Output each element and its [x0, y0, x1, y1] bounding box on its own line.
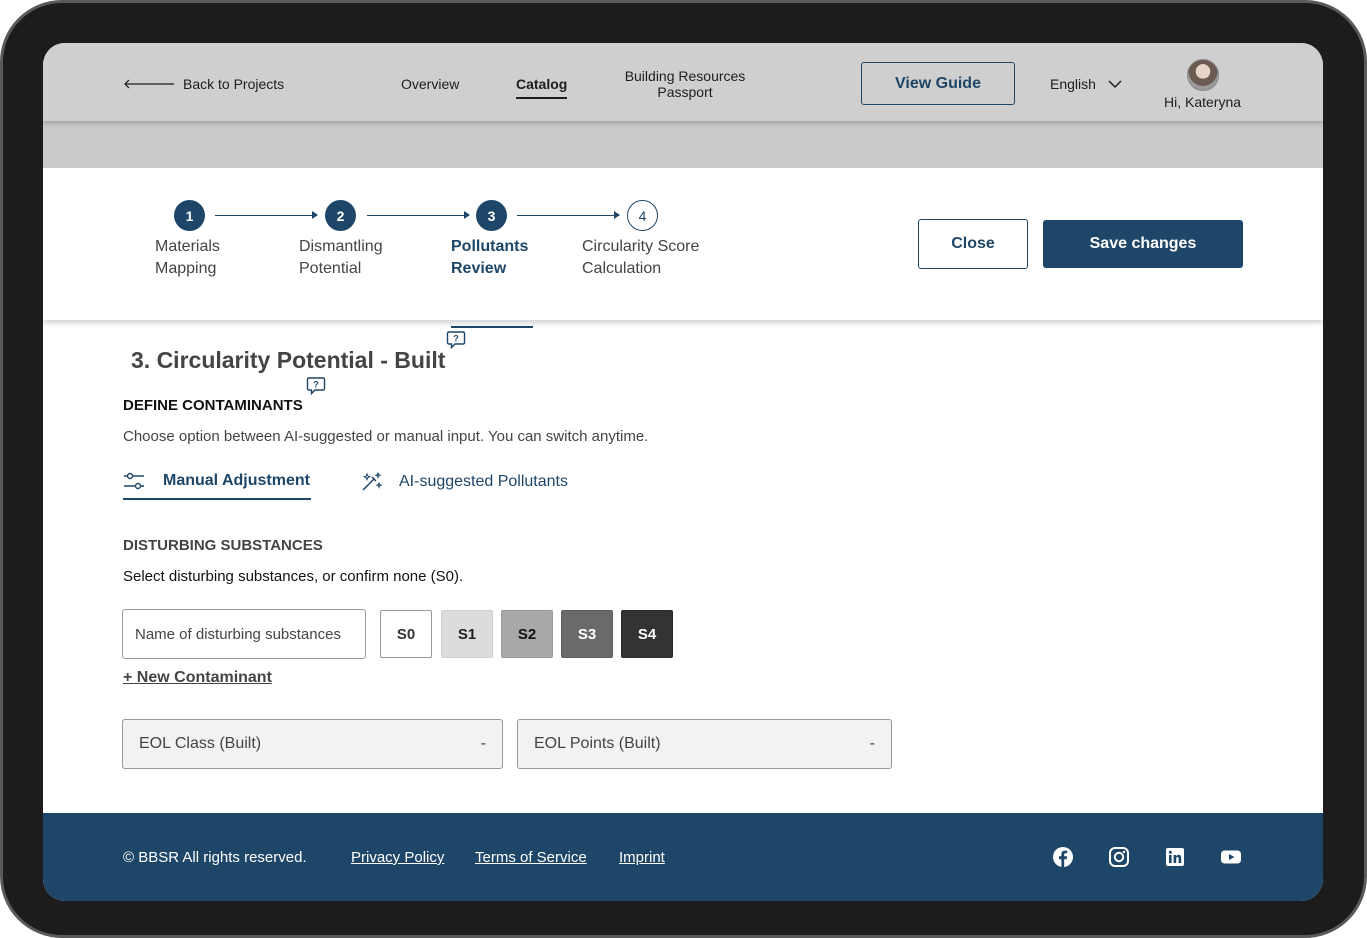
tab-manual-adjustment[interactable]: Manual Adjustment [123, 472, 311, 500]
step-4-label-line2: Calculation [582, 260, 662, 277]
level-s4-button[interactable]: S4 [621, 610, 673, 658]
step-1-label-line1: Materials [155, 238, 220, 255]
user-avatar[interactable] [1187, 59, 1219, 91]
tab-ai-suggested-pollutants[interactable]: AI-suggested Pollutants [361, 472, 568, 492]
linkedin-icon[interactable] [1164, 846, 1186, 868]
tab-ai-label: AI-suggested Pollutants [399, 473, 568, 490]
tab-manual-label: Manual Adjustment [163, 472, 310, 489]
nav-brp-line2: Passport [657, 84, 713, 100]
help-comment-icon[interactable]: ? [446, 330, 466, 350]
chevron-down-icon [1108, 79, 1122, 88]
step-connector [517, 211, 620, 219]
step-2-label-line2: Potential [299, 260, 362, 277]
eol-points-label: EOL Points (Built) [534, 735, 661, 752]
terms-of-service-link[interactable]: Terms of Service [475, 849, 587, 866]
tablet-frame: Back to Projects Overview Catalog Buildi… [0, 0, 1367, 938]
help-comment-icon[interactable]: ? [306, 376, 326, 396]
top-navigation: Back to Projects Overview Catalog Buildi… [43, 43, 1323, 121]
new-contaminant-link[interactable]: + New Contaminant [123, 669, 272, 687]
step-3-circle[interactable]: 3 [476, 200, 507, 231]
section-title: 3. Circularity Potential - Built [131, 347, 446, 373]
header-band [43, 121, 1323, 168]
privacy-policy-link[interactable]: Privacy Policy [351, 849, 444, 866]
nav-overview[interactable]: Overview [401, 76, 459, 92]
sliders-icon [124, 472, 144, 490]
define-contaminants-description: Choose option between AI-suggested or ma… [123, 428, 649, 445]
back-label: Back to Projects [183, 76, 285, 92]
active-step-indicator [451, 326, 533, 328]
step-1-label[interactable]: Materials Mapping [155, 236, 220, 280]
step-3-label-line2: Review [451, 260, 507, 277]
level-s3-button[interactable]: S3 [561, 610, 613, 658]
step-2-label[interactable]: Dismantling Potential [299, 236, 383, 280]
imprint-link[interactable]: Imprint [619, 849, 665, 866]
footer: © BBSR All rights reserved. Privacy Poli… [43, 813, 1323, 901]
step-3-label-line1: Pollutants [451, 238, 529, 255]
substance-name-input[interactable] [122, 609, 366, 659]
user-greeting: Hi, Kateryna [1164, 94, 1242, 110]
level-s1-button[interactable]: S1 [441, 610, 493, 658]
step-connector [367, 211, 470, 219]
youtube-icon[interactable] [1220, 846, 1242, 868]
save-changes-button[interactable]: Save changes [1043, 220, 1243, 268]
language-selector[interactable]: English [1050, 76, 1122, 92]
language-label: English [1050, 76, 1096, 92]
eol-class-label: EOL Class (Built) [139, 735, 262, 752]
svg-text:?: ? [313, 380, 319, 390]
step-2-label-line1: Dismantling [299, 238, 383, 255]
svg-text:?: ? [453, 334, 459, 344]
nav-catalog[interactable]: Catalog [516, 76, 568, 99]
step-4-label-line1: Circularity Score [582, 238, 700, 255]
eol-class-value: - [480, 735, 486, 752]
step-4-label[interactable]: Circularity Score Calculation [582, 236, 699, 280]
nav-building-resources-passport[interactable]: Building Resources Passport [619, 68, 751, 100]
define-contaminants-heading: DEFINE CONTAMINANTS [123, 397, 303, 414]
eol-points-value: - [869, 735, 875, 752]
instagram-icon[interactable] [1108, 846, 1130, 868]
eol-points-field: EOL Points (Built) - [517, 719, 892, 769]
stepper-panel: 1 Materials Mapping 2 Dismantling Potent… [43, 168, 1323, 328]
nav-brp-line1: Building Resources [624, 68, 746, 84]
close-button[interactable]: Close [918, 219, 1028, 269]
step-connector [215, 211, 318, 219]
step-2-circle[interactable]: 2 [325, 200, 356, 231]
facebook-icon[interactable] [1052, 846, 1074, 868]
step-1-label-line2: Mapping [155, 260, 217, 277]
step-3-label[interactable]: Pollutants Review [451, 236, 528, 280]
disturbing-substances-heading: DISTURBING SUBSTANCES [123, 537, 323, 554]
arrow-left-icon [124, 79, 174, 89]
step-1-circle[interactable]: 1 [174, 200, 205, 231]
view-guide-button[interactable]: View Guide [861, 62, 1015, 105]
copyright-text: © BBSR All rights reserved. [123, 849, 307, 866]
step-4-circle[interactable]: 4 [627, 200, 658, 231]
eol-class-field: EOL Class (Built) - [122, 719, 503, 769]
magic-wand-icon [362, 472, 383, 491]
back-to-projects-link[interactable]: Back to Projects [123, 76, 284, 92]
level-s0-button[interactable]: S0 [380, 610, 432, 658]
app-screen: Back to Projects Overview Catalog Buildi… [43, 43, 1323, 901]
level-s2-button[interactable]: S2 [501, 610, 553, 658]
disturbing-substances-description: Select disturbing substances, or confirm… [123, 568, 464, 585]
